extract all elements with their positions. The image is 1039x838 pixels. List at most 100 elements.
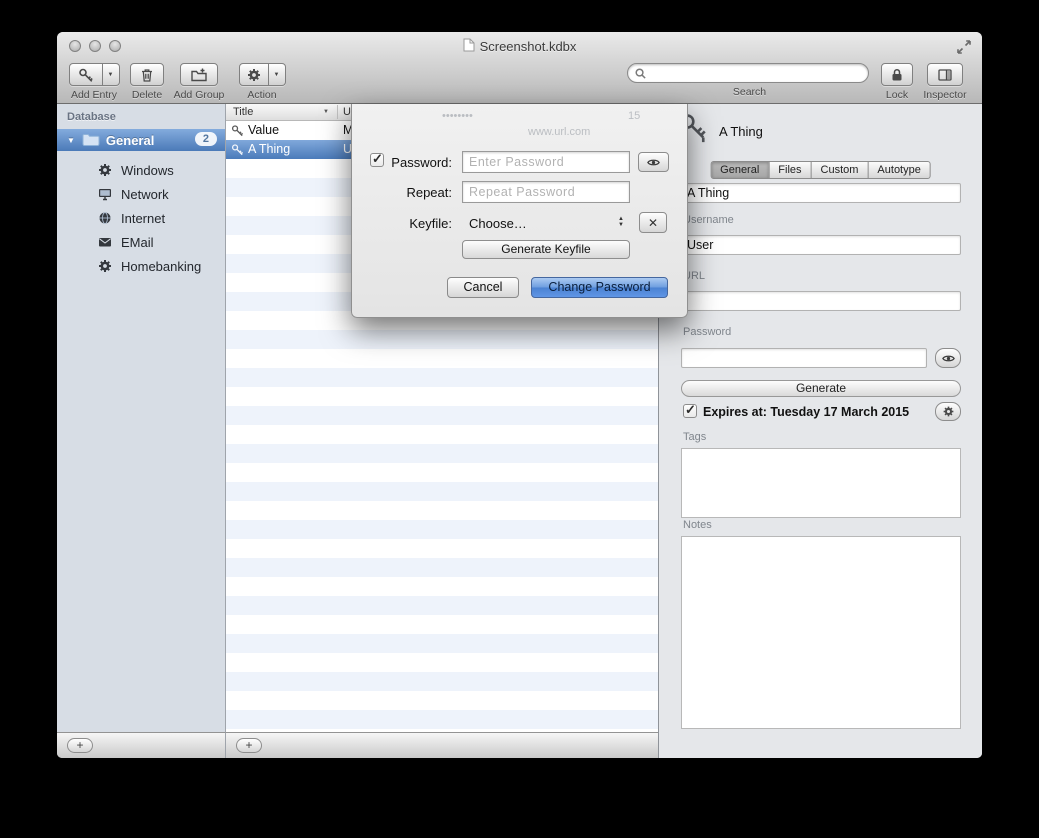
action-button[interactable] bbox=[239, 63, 269, 86]
change-password-sheet: •••••••• 15 www.url.com ✓ Password: Repe… bbox=[351, 104, 688, 318]
toolbar-item-add-entry: ▼ Add Entry bbox=[63, 63, 125, 101]
toolbar-item-add-group: Add Group bbox=[169, 63, 229, 101]
obscured-modified-date: 15 bbox=[628, 110, 640, 122]
password-label: Password bbox=[683, 326, 731, 338]
inspector-panel: A Thing General Files Custom Autotype Us… bbox=[658, 104, 982, 758]
checkmark-icon: ✓ bbox=[685, 402, 696, 418]
group-label: General bbox=[106, 133, 154, 148]
add-group-label: Add Group bbox=[169, 89, 229, 101]
tab-general[interactable]: General bbox=[711, 162, 768, 178]
generate-password-button[interactable]: Generate bbox=[681, 380, 961, 397]
expires-label: Expires at: Tuesday 17 March 2015 bbox=[703, 405, 909, 419]
expires-settings-button[interactable] bbox=[935, 402, 961, 421]
gear-icon bbox=[97, 162, 113, 178]
chevron-down-icon: ▼ bbox=[274, 72, 280, 78]
sidebar-item-internet[interactable]: Internet bbox=[57, 206, 225, 230]
reveal-password-button[interactable] bbox=[935, 348, 961, 368]
sidebar-item-label: Homebanking bbox=[121, 259, 201, 274]
sort-indicator-icon: ▼ bbox=[323, 109, 329, 115]
delete-button[interactable] bbox=[130, 63, 164, 86]
search-input[interactable] bbox=[627, 63, 869, 83]
close-icon: ✕ bbox=[648, 216, 658, 230]
sidebar-item-network[interactable]: Network bbox=[57, 182, 225, 206]
inspector-label: Inspector bbox=[919, 89, 971, 101]
app-window: Screenshot.kdbx ▼ Add Entry Delete bbox=[57, 32, 982, 758]
add-entry-label: Add Entry bbox=[63, 89, 125, 101]
sidebar-item-email[interactable]: EMail bbox=[57, 230, 225, 254]
toolbar-item-delete: Delete bbox=[127, 63, 167, 101]
keyfile-popup[interactable]: Choose… bbox=[469, 216, 527, 231]
delete-label: Delete bbox=[127, 89, 167, 101]
search-label: Search bbox=[627, 86, 872, 98]
folder-icon bbox=[82, 133, 100, 147]
sheet-repeat-label: Repeat: bbox=[352, 185, 452, 200]
eye-icon bbox=[646, 155, 661, 170]
screen: Screenshot.kdbx ▼ Add Entry Delete bbox=[0, 0, 1039, 838]
new-password-input[interactable] bbox=[462, 151, 630, 173]
add-entry-plus-button[interactable]: + bbox=[236, 738, 262, 753]
entry-title: Value bbox=[248, 123, 279, 137]
document-icon bbox=[463, 38, 475, 55]
notes-field[interactable] bbox=[681, 536, 961, 729]
sidebar-item-label: Network bbox=[121, 187, 169, 202]
inspector-toggle-button[interactable] bbox=[927, 63, 963, 86]
cancel-button[interactable]: Cancel bbox=[447, 277, 519, 298]
lock-label: Lock bbox=[877, 89, 917, 101]
add-group-button[interactable] bbox=[180, 63, 218, 86]
show-password-button[interactable] bbox=[638, 152, 669, 172]
toolbar-item-search: Search bbox=[627, 63, 872, 98]
tab-custom[interactable]: Custom bbox=[811, 162, 868, 178]
column-header-title[interactable]: Title bbox=[233, 106, 253, 118]
entry-count-badge: 2 bbox=[195, 132, 217, 146]
url-field[interactable] bbox=[681, 291, 961, 311]
toolbar-item-inspector: Inspector bbox=[919, 63, 971, 101]
action-dropdown[interactable]: ▼ bbox=[269, 63, 286, 86]
window-title-text: Screenshot.kdbx bbox=[480, 39, 577, 54]
keyfile-stepper[interactable]: ▲ ▼ bbox=[614, 213, 628, 231]
sidebar-header: Database bbox=[67, 111, 116, 123]
toolbar-item-action: ▼ Action bbox=[235, 63, 289, 101]
monitor-icon bbox=[97, 186, 113, 202]
inspector-tabs: General Files Custom Autotype bbox=[710, 161, 931, 179]
tab-autotype[interactable]: Autotype bbox=[867, 162, 929, 178]
envelope-icon bbox=[97, 234, 113, 250]
username-field[interactable] bbox=[681, 235, 961, 255]
toolbar-item-lock: Lock bbox=[877, 63, 917, 101]
window-title: Screenshot.kdbx bbox=[57, 38, 982, 55]
add-entry-dropdown[interactable]: ▼ bbox=[103, 63, 120, 86]
lock-button[interactable] bbox=[881, 63, 913, 86]
title-field[interactable] bbox=[681, 183, 961, 203]
tags-field[interactable] bbox=[681, 448, 961, 518]
entry-list-bottom-bar: + bbox=[226, 732, 658, 758]
expires-checkbox[interactable]: ✓ bbox=[683, 404, 697, 418]
gear-icon bbox=[97, 258, 113, 274]
add-entry-button[interactable] bbox=[69, 63, 103, 86]
sidebar-item-general[interactable]: ▼ General 2 bbox=[57, 129, 225, 151]
change-password-button[interactable]: Change Password bbox=[531, 277, 668, 298]
eye-icon bbox=[941, 351, 956, 366]
clear-keyfile-button[interactable]: ✕ bbox=[639, 212, 667, 233]
sidebar-bottom-bar: + bbox=[57, 732, 226, 758]
fullscreen-icon[interactable] bbox=[956, 39, 972, 55]
gear-icon bbox=[942, 405, 955, 418]
key-icon bbox=[231, 124, 244, 137]
tab-files[interactable]: Files bbox=[768, 162, 810, 178]
sidebar-item-windows[interactable]: Windows bbox=[57, 158, 225, 182]
globe-icon bbox=[97, 210, 113, 226]
repeat-password-input[interactable] bbox=[462, 181, 630, 203]
sidebar-item-homebanking[interactable]: Homebanking bbox=[57, 254, 225, 278]
column-divider[interactable] bbox=[337, 105, 338, 119]
notes-label: Notes bbox=[683, 519, 712, 531]
sheet-keyfile-label: Keyfile: bbox=[352, 216, 452, 231]
obscured-url: www.url.com bbox=[528, 126, 590, 138]
folder-plus-icon bbox=[190, 67, 208, 83]
inspector-entry-title: A Thing bbox=[719, 124, 763, 139]
sidebar-item-label: EMail bbox=[121, 235, 154, 250]
password-field[interactable] bbox=[681, 348, 927, 368]
username-label: Username bbox=[683, 214, 734, 226]
entry-title: A Thing bbox=[248, 142, 290, 156]
add-group-plus-button[interactable]: + bbox=[67, 738, 93, 753]
disclosure-triangle-icon[interactable]: ▼ bbox=[67, 136, 75, 145]
generate-keyfile-button[interactable]: Generate Keyfile bbox=[462, 240, 630, 259]
trash-icon bbox=[139, 67, 155, 83]
